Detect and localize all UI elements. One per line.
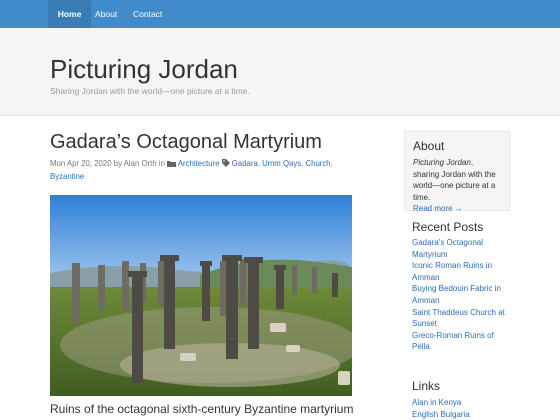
- about-text: Picturing Jordan, sharing Jordan with th…: [413, 157, 501, 203]
- folder-icon: [167, 161, 177, 167]
- post-category-link[interactable]: Architecture: [178, 159, 220, 168]
- site-tagline: Sharing Jordan with the world—one pictur…: [50, 86, 250, 96]
- recent-posts-list: Gadara’s Octagonal Martyrium Iconic Roma…: [412, 237, 507, 353]
- about-widget: About Picturing Jordan, sharing Jordan w…: [404, 131, 510, 213]
- recent-posts-title: Recent Posts: [412, 220, 484, 234]
- image-caption: Ruins of the octagonal sixth-century Byz…: [50, 402, 354, 416]
- site-header: Picturing Jordan Sharing Jordan with the…: [0, 28, 560, 116]
- ruins-photo-icon: [50, 195, 352, 396]
- about-text-emphasis: Picturing Jordan: [413, 158, 471, 167]
- post-in: in: [158, 159, 165, 168]
- post-date: Mon Apr 20, 2020: [50, 159, 112, 168]
- links-list: Alan in Kenya English Bulgaria: [412, 397, 507, 420]
- nav-contact[interactable]: Contact: [133, 0, 162, 28]
- read-more-link[interactable]: Read more →: [413, 203, 501, 215]
- post-author: Alan Orth: [123, 159, 157, 168]
- about-title: About: [413, 139, 445, 153]
- top-navbar: Home About Contact: [0, 0, 560, 28]
- site-title[interactable]: Picturing Jordan: [50, 54, 238, 85]
- tag-icon: [221, 159, 230, 167]
- post-tag-link[interactable]: Gadara: [232, 159, 258, 168]
- post-tag-link[interactable]: Church: [306, 159, 331, 168]
- post-tag-link[interactable]: Byzantine: [50, 172, 84, 181]
- featured-image[interactable]: [50, 195, 352, 396]
- post-title[interactable]: Gadara’s Octagonal Martyrium: [50, 131, 322, 154]
- recent-post-link[interactable]: Greco-Roman Ruins of Pella: [412, 330, 507, 353]
- post-by: by: [113, 159, 122, 168]
- external-link[interactable]: Alan in Kenya: [412, 397, 507, 409]
- nav-about[interactable]: About: [95, 0, 117, 28]
- recent-post-link[interactable]: Iconic Roman Ruins in Amman: [412, 260, 507, 283]
- recent-post-link[interactable]: Gadara’s Octagonal Martyrium: [412, 237, 507, 260]
- recent-post-link[interactable]: Saint Thaddeus Church at Sunset: [412, 307, 507, 330]
- external-link[interactable]: English Bulgaria: [412, 409, 507, 420]
- nav-home[interactable]: Home: [48, 0, 91, 28]
- links-title: Links: [412, 379, 441, 393]
- recent-post-link[interactable]: Buying Bedouin Fabric in Amman: [412, 283, 507, 306]
- post-tag-link[interactable]: Umm Qays: [262, 159, 301, 168]
- post-meta: Mon Apr 20, 2020 by Alan Orth in Archite…: [50, 159, 333, 181]
